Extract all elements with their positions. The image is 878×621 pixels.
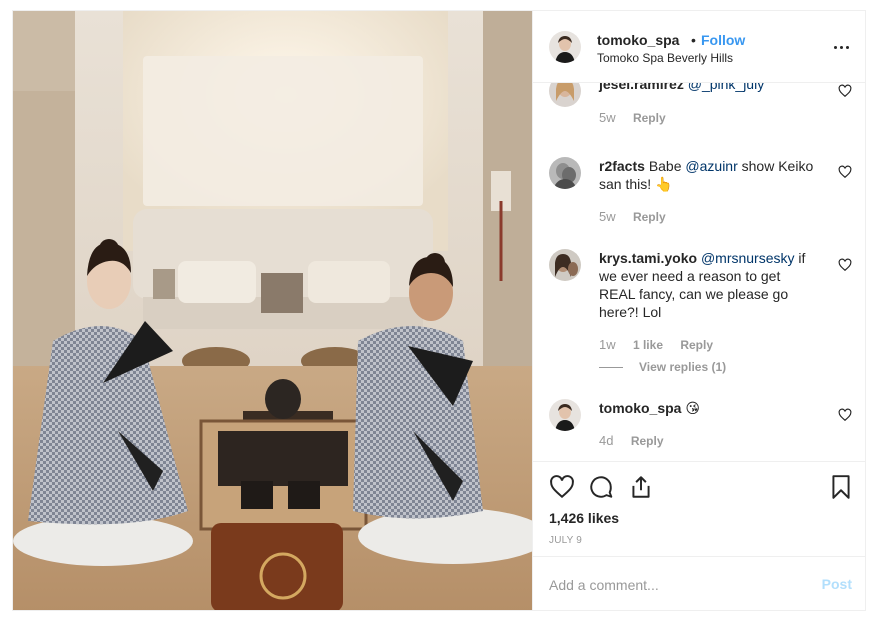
avatar[interactable] [549,249,581,281]
follow-button[interactable]: Follow [701,32,745,48]
avatar[interactable] [549,157,581,189]
comment-username[interactable]: krys.tami.yoko [599,250,697,266]
bookmark-icon[interactable] [828,474,854,500]
comment-mention[interactable]: @azuinr [685,158,737,174]
comment-text: jesei.ramirez @_pink_july [599,83,814,93]
avatar[interactable] [549,31,581,63]
comment-time[interactable]: 5w [599,110,616,125]
comment-like-heart-icon[interactable] [838,258,852,272]
add-comment-section: Post [533,556,865,610]
separator-dot: • [691,32,696,48]
post-header: tomoko_spa • Follow Tomoko Spa Beverly H… [533,11,865,83]
comment-text: r2facts Babe @azuinr show Keiko san this… [599,157,814,193]
post-side-panel: tomoko_spa • Follow Tomoko Spa Beverly H… [532,11,865,610]
profile-photo-icon [549,249,581,281]
avatar[interactable] [549,83,581,107]
share-icon[interactable] [628,474,654,500]
heart-icon[interactable] [549,474,575,500]
comment-mention[interactable]: @_pink_july [688,83,764,92]
post-username[interactable]: tomoko_spa [597,32,679,48]
comment-input[interactable] [549,573,799,597]
post-actions: 1,426 likes JULY 9 [533,461,865,556]
profile-photo-icon [549,157,581,189]
more-options-icon[interactable] [832,37,852,57]
post-photo[interactable] [13,11,532,610]
reply-button[interactable]: Reply [680,338,713,352]
comment-time[interactable]: 4d [599,433,613,448]
comments-list[interactable]: jesei.ramirez @_pink_july 5w Reply r2fac… [533,83,865,461]
comment-meta: 5w Reply [599,110,680,125]
profile-photo-icon [549,399,581,431]
comment-like-heart-icon[interactable] [838,84,852,98]
comment-time[interactable]: 1w [599,337,616,352]
comment-body-start: Babe [648,158,682,174]
comment-username[interactable]: tomoko_spa [599,400,681,416]
comment-like-heart-icon[interactable] [838,408,852,422]
comment-body: 😘 [685,400,700,416]
comment-meta: 1w 1 like Reply [599,337,727,352]
likes-count[interactable]: 1,426 likes [549,510,619,526]
post-card: tomoko_spa • Follow Tomoko Spa Beverly H… [12,10,866,611]
comment-username[interactable]: jesei.ramirez [599,83,684,92]
post-date[interactable]: JULY 9 [549,535,582,546]
profile-photo-icon [549,83,581,107]
comment-like-heart-icon[interactable] [838,165,852,179]
view-replies-label: View replies (1) [639,360,727,374]
comment-text: krys.tami.yoko @mrsnursesky if we ever n… [599,249,814,321]
comment-likes-count[interactable]: 1 like [633,338,663,352]
view-replies-button[interactable]: View replies (1) [599,360,726,374]
reply-button[interactable]: Reply [631,434,664,448]
avatar[interactable] [549,399,581,431]
comment-username[interactable]: r2facts [599,158,645,174]
spa-scene-illustration [13,11,532,610]
reply-button[interactable]: Reply [633,111,666,125]
replies-divider-line [599,367,623,369]
post-comment-button[interactable]: Post [822,576,852,592]
comment-icon[interactable] [588,474,614,500]
comment-meta: 4d Reply [599,433,678,448]
reply-button[interactable]: Reply [633,210,666,224]
comment-mention[interactable]: @mrsnursesky [701,250,795,266]
comment-meta: 5w Reply [599,209,680,224]
comment-time[interactable]: 5w [599,209,616,224]
post-location[interactable]: Tomoko Spa Beverly Hills [597,51,733,65]
comment-text: tomoko_spa 😘 [599,399,814,417]
profile-photo-icon [549,31,581,63]
